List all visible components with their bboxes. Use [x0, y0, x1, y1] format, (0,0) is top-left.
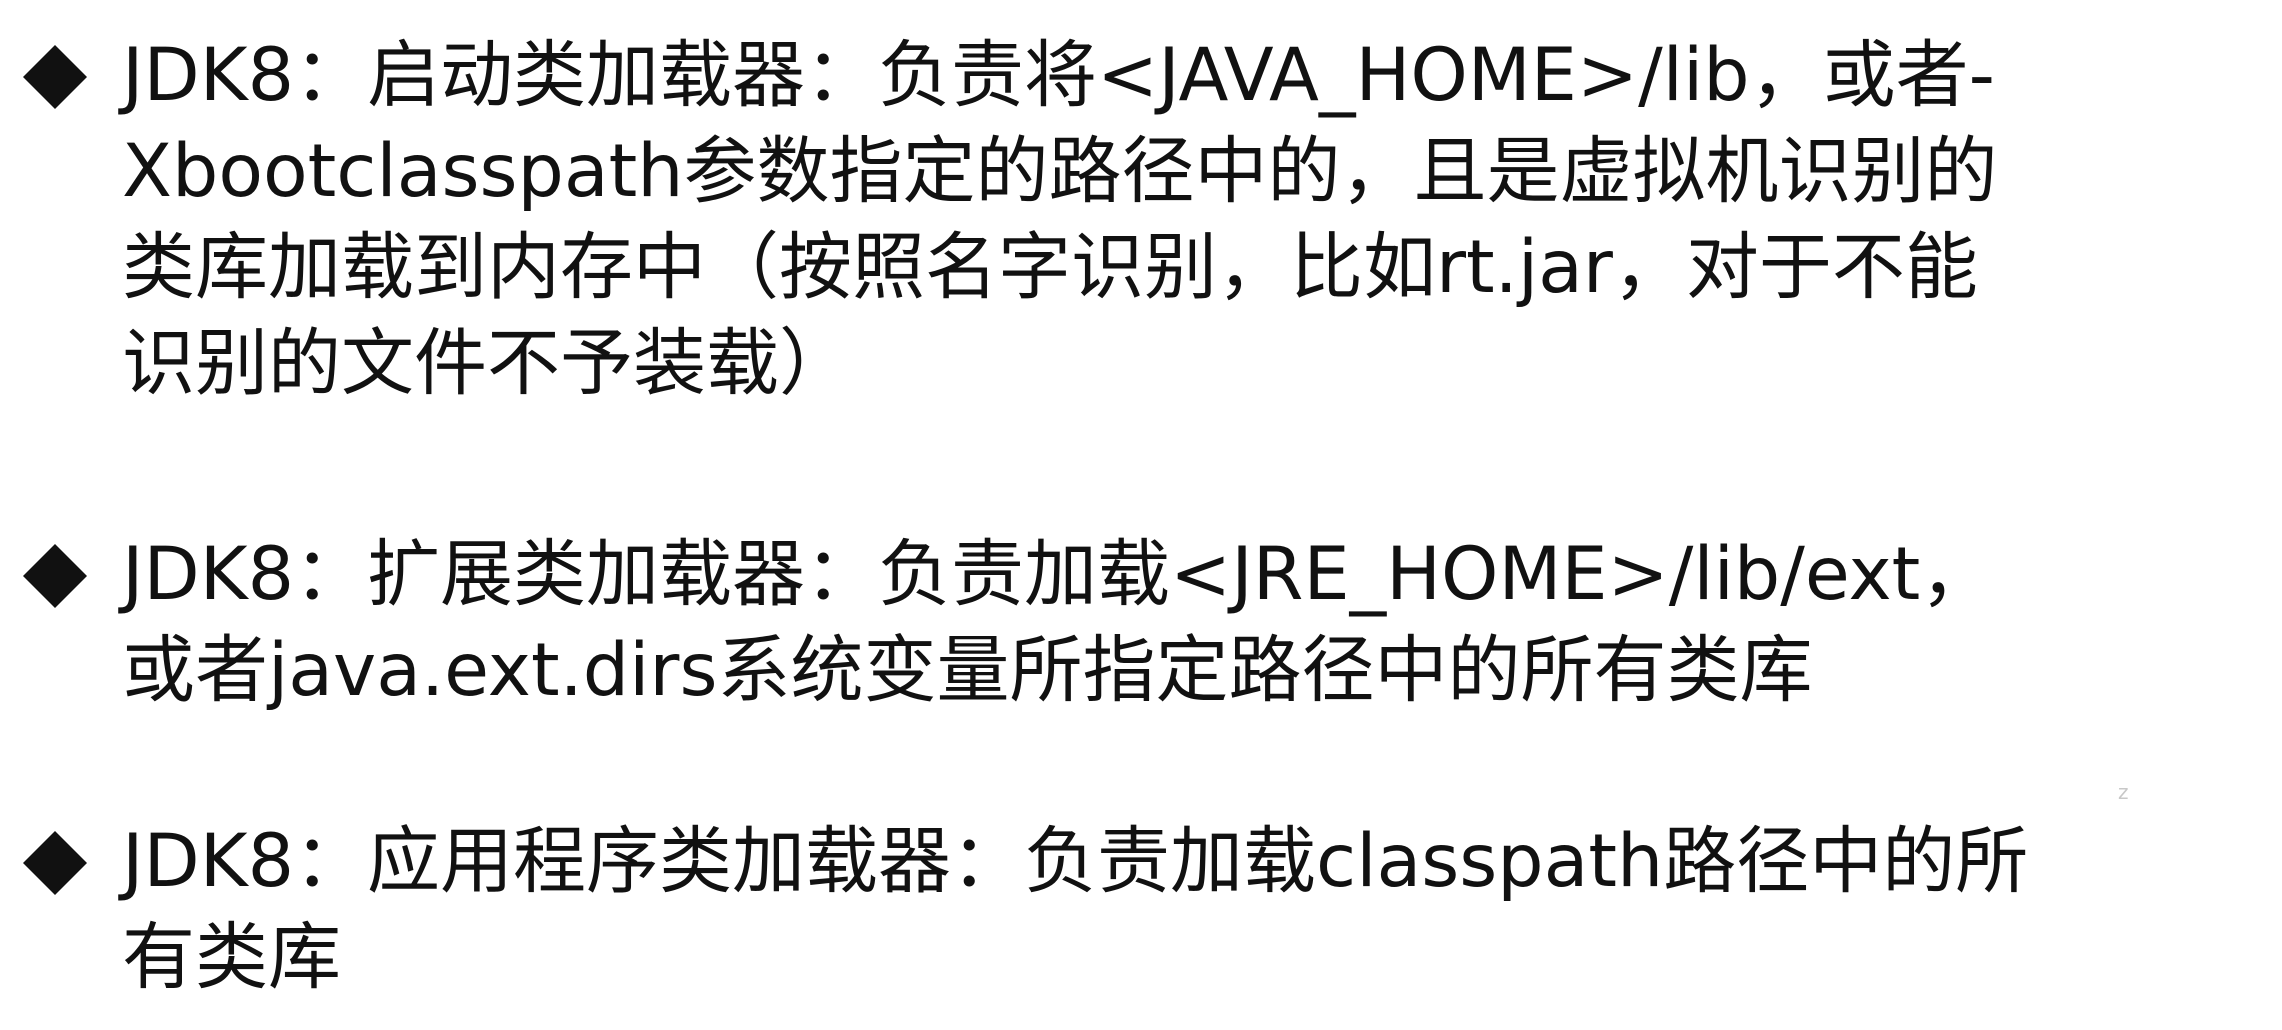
diamond-bullet-icon [23, 544, 87, 608]
bullet-line: 有类库 [122, 915, 341, 1000]
bullet-text: JDK8：应用程序类加载器：负责加载classpath路径中的所 有类库 [122, 814, 2242, 1006]
diamond-bullet-icon [23, 831, 87, 895]
bullet-line: 类库加载到内存中（按照名字识别，比如rt.jar，对于不能 [122, 225, 1978, 310]
bullet-line: JDK8：扩展类加载器：负责加载<JRE_HOME>/lib/ext， [122, 532, 1994, 617]
bullet-text: JDK8：扩展类加载器：负责加载<JRE_HOME>/lib/ext， 或者ja… [122, 527, 2242, 719]
bullet-line: 识别的文件不予装载） [122, 321, 852, 406]
bullet-line: JDK8：启动类加载器：负责将<JAVA_HOME>/lib，或者- [122, 33, 1995, 118]
watermark: z [2118, 780, 2129, 804]
bullet-text: JDK8：启动类加载器：负责将<JAVA_HOME>/lib，或者- Xboot… [122, 28, 2242, 412]
diamond-bullet-icon [23, 45, 87, 109]
bullet-line: 或者java.ext.dirs系统变量所指定路径中的所有类库 [122, 628, 1813, 713]
slide: JDK8：启动类加载器：负责将<JAVA_HOME>/lib，或者- Xboot… [0, 0, 2282, 1030]
bullet-line: Xbootclasspath参数指定的路径中的，且是虚拟机识别的 [122, 129, 1998, 214]
bullet-line: JDK8：应用程序类加载器：负责加载classpath路径中的所 [122, 819, 2029, 904]
